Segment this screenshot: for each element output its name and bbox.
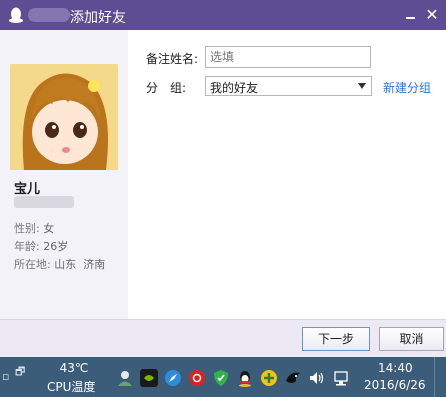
cpu-temperature: 43℃ <box>59 361 89 375</box>
nvidia-icon[interactable] <box>140 369 158 387</box>
age-label: 年龄: <box>14 240 40 253</box>
cancel-button[interactable]: 取消 <box>379 327 444 351</box>
netease-music-icon[interactable] <box>188 369 206 387</box>
browser-icon[interactable] <box>164 369 182 387</box>
avatar <box>10 64 118 170</box>
clock-time[interactable]: 14:40 <box>378 361 413 375</box>
remark-label: 备注姓名: <box>146 52 199 66</box>
new-group-link[interactable]: 新建分组 <box>383 79 431 96</box>
taskbar-restore-icon[interactable]: 🗗 <box>15 363 25 382</box>
location-value: 山东 济南 <box>54 258 106 271</box>
age-value: 26岁 <box>43 240 69 253</box>
profile-panel: 宝儿 性别: 女 年龄: 26岁 所在地: 山东 济南 <box>0 30 128 319</box>
next-button[interactable]: 下一步 <box>302 327 370 351</box>
minimize-button[interactable] <box>400 6 420 24</box>
profile-name: 宝儿 <box>14 182 41 197</box>
location-label: 所在地: <box>14 258 51 271</box>
taskbar: ▫ 🗗 43℃ CPU温度 14:40 2016/6/26 <box>0 357 446 397</box>
volume-icon[interactable] <box>308 369 326 387</box>
group-select-value: 我的好友 <box>210 81 259 95</box>
dropdown-arrow-icon <box>358 83 366 89</box>
qq-penguin-icon <box>9 7 23 23</box>
gender-label: 性别: <box>14 222 40 235</box>
title-bar: 添加好友 ✕ <box>0 0 446 30</box>
user-icon[interactable] <box>116 369 134 387</box>
cpu-temperature-label: CPU温度 <box>47 380 96 394</box>
qq-icon[interactable] <box>236 369 254 387</box>
security-shield-icon[interactable] <box>212 369 230 387</box>
network-icon[interactable] <box>332 369 350 387</box>
show-desktop-button[interactable] <box>434 357 446 397</box>
button-bar: 下一步 取消 <box>0 319 446 358</box>
plus-icon[interactable] <box>260 369 278 387</box>
clock-date[interactable]: 2016/6/26 <box>364 378 426 392</box>
location-row: 所在地: 山东 济南 <box>14 256 105 272</box>
age-row: 年龄: 26岁 <box>14 238 68 254</box>
group-select[interactable]: 我的好友 <box>205 76 372 96</box>
group-label: 分 组: <box>146 81 187 95</box>
cartoon-girl-avatar-icon <box>10 64 118 170</box>
bird-icon[interactable] <box>284 369 302 387</box>
close-button[interactable]: ✕ <box>422 5 442 25</box>
blurred-title-text <box>28 8 70 22</box>
blurred-account-id <box>14 196 74 208</box>
gender-value: 女 <box>43 222 55 235</box>
remark-name-input[interactable] <box>205 46 371 68</box>
gender-row: 性别: 女 <box>14 220 54 236</box>
window-title: 添加好友 <box>70 10 126 26</box>
taskbar-overflow-icon[interactable]: ▫ <box>2 370 9 383</box>
